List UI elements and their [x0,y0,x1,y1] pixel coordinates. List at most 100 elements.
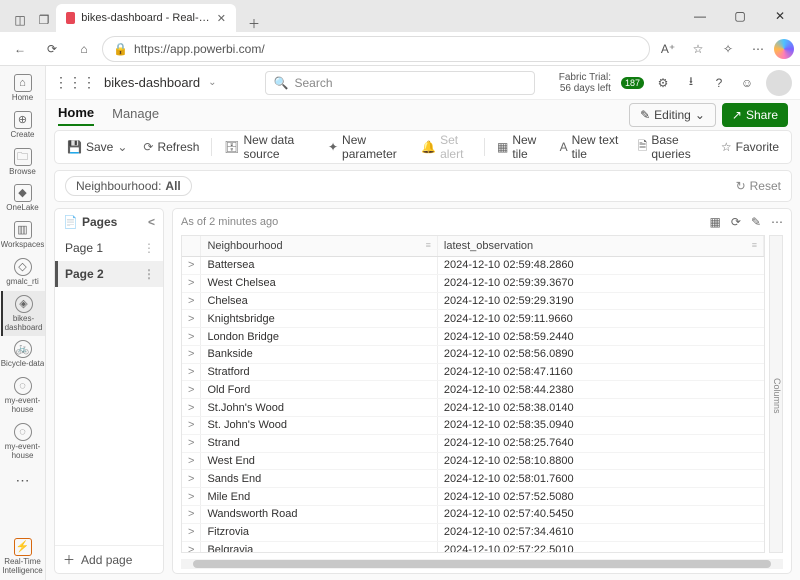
table-row[interactable]: >Battersea2024-12-10 02:59:48.2860 [182,257,764,275]
table-row[interactable]: >Belgravia2024-12-10 02:57:22.5010 [182,541,764,553]
expand-row-icon[interactable]: > [182,274,201,292]
table-row[interactable]: >Knightsbridge2024-12-10 02:59:11.9660 [182,310,764,328]
url-field[interactable]: 🔒 https://app.powerbi.com/ [102,36,650,62]
expand-row-icon[interactable]: > [182,452,201,470]
horizontal-scrollbar[interactable] [181,559,783,569]
table-row[interactable]: >Chelsea2024-12-10 02:59:29.3190 [182,292,764,310]
copilot-icon[interactable] [774,39,794,59]
expand-row-icon[interactable]: > [182,345,201,363]
tab-manage[interactable]: Manage [112,106,159,125]
expand-row-icon[interactable]: > [182,257,201,275]
expand-row-icon[interactable]: > [182,310,201,328]
table-row[interactable]: >Stratford2024-12-10 02:58:47.1160 [182,363,764,381]
settings-icon[interactable]: ⚙ [654,74,672,92]
share-button[interactable]: ↗ Share [722,103,788,127]
new-text-tile-button[interactable]: ANew text tile [554,130,628,164]
expand-row-icon[interactable]: > [182,434,201,452]
browser-tab[interactable]: bikes-dashboard - Real-Time Int… ✕ [56,4,236,32]
extensions-icon[interactable]: ✧ [714,35,742,63]
col-header-latest[interactable]: latest_observation≡ [437,236,763,257]
expand-row-icon[interactable]: > [182,523,201,541]
table-row[interactable]: >West Chelsea2024-12-10 02:59:39.3670 [182,274,764,292]
workspace-icon[interactable]: ◫ [8,8,32,32]
rail-item-bikes-dashboard[interactable]: ◈bikes-dashboard [1,291,45,337]
new-tile-button[interactable]: ▦New tile [491,130,550,164]
rail-item-home[interactable]: ⌂Home [1,70,45,107]
data-table[interactable]: Neighbourhood≡ latest_observation≡ >Batt… [181,235,765,553]
table-row[interactable]: >Sands End2024-12-10 02:58:01.7600 [182,470,764,488]
expand-row-icon[interactable]: > [182,292,201,310]
app-launcher-icon[interactable]: ⋮⋮⋮ [54,74,96,91]
table-row[interactable]: >Mile End2024-12-10 02:57:52.5080 [182,488,764,506]
columns-pane-collapsed[interactable]: Columns [769,235,783,553]
expand-row-icon[interactable]: > [182,328,201,346]
visual-refresh-icon[interactable]: ⟳ [731,215,741,229]
page-item[interactable]: Page 2⋮ [55,261,163,287]
home-button[interactable]: ⌂ [70,35,98,63]
new-parameter-button[interactable]: ✦New parameter [322,130,411,164]
page-menu-icon[interactable]: ⋮ [143,267,155,281]
trial-badge[interactable]: 187 [621,77,644,89]
table-row[interactable]: >Fitzrovia2024-12-10 02:57:34.4610 [182,523,764,541]
base-queries-button[interactable]: 🗎Base queries [632,130,711,164]
new-data-source-button[interactable]: 🗄New data source [218,130,318,164]
reset-filters-button[interactable]: ↻ Reset [736,179,781,193]
expand-row-icon[interactable]: > [182,488,201,506]
rail-item-my-event-house[interactable]: ◌my-event-house [1,419,45,465]
minimize-button[interactable]: — [680,0,720,32]
rail-item-onelake[interactable]: ◆OneLake [1,180,45,217]
back-button[interactable]: ← [6,35,34,63]
tabs-icon[interactable]: ❐ [32,8,56,32]
expand-row-icon[interactable]: > [182,363,201,381]
new-tab-button[interactable]: ＋ [242,15,266,32]
title-chevron-icon[interactable]: ⌄ [208,77,216,88]
table-row[interactable]: >St.John's Wood2024-12-10 02:58:38.0140 [182,399,764,417]
table-row[interactable]: >Wandsworth Road2024-12-10 02:57:40.5450 [182,505,764,523]
collapse-pages-icon[interactable]: < [148,215,155,229]
visual-more-icon[interactable]: ⋯ [771,215,783,229]
rail-item-browse[interactable]: 🗀Browse [1,144,45,181]
rail-item-gmalc-rti[interactable]: ◇gmalc_rti [1,254,45,291]
rail-item-workspaces[interactable]: ▥Workspaces [1,217,45,254]
refresh-action-button[interactable]: ⟳Refresh [137,137,205,157]
rail-item-bicycle-data[interactable]: 🚲Bicycle-data [1,336,45,373]
table-row[interactable]: >West End2024-12-10 02:58:10.8800 [182,452,764,470]
table-row[interactable]: >St. John's Wood2024-12-10 02:58:35.0940 [182,417,764,435]
expand-row-icon[interactable]: > [182,541,201,553]
favorite-icon[interactable]: ☆ [684,35,712,63]
tab-close-icon[interactable]: ✕ [217,12,226,25]
refresh-button[interactable]: ⟳ [38,35,66,63]
rail-overflow[interactable]: ⋯ [16,466,30,495]
expand-row-icon[interactable]: > [182,381,201,399]
page-menu-icon[interactable]: ⋮ [143,241,155,255]
filter-chip-neighbourhood[interactable]: Neighbourhood:All [65,176,192,196]
expand-row-icon[interactable]: > [182,399,201,417]
favorite-button[interactable]: ☆Favorite [715,137,785,157]
table-row[interactable]: >Old Ford2024-12-10 02:58:44.2380 [182,381,764,399]
close-window-button[interactable]: ✕ [760,0,800,32]
table-row[interactable]: >London Bridge2024-12-10 02:58:59.2440 [182,328,764,346]
rail-item-rti[interactable]: ⚡ Real-Time Intelligence [1,534,45,580]
col-header-neighbourhood[interactable]: Neighbourhood≡ [201,236,437,257]
visual-edit-icon[interactable]: ✎ [751,215,761,229]
read-aloud-icon[interactable]: A⁺ [654,35,682,63]
user-avatar[interactable] [766,70,792,96]
feedback-icon[interactable]: ☺ [738,74,756,92]
help-icon[interactable]: ? [710,74,728,92]
expand-row-icon[interactable]: > [182,470,201,488]
table-row[interactable]: >Bankside2024-12-10 02:58:56.0890 [182,345,764,363]
search-input[interactable]: 🔍 Search [265,71,535,95]
rail-item-create[interactable]: ⊕Create [1,107,45,144]
tab-home[interactable]: Home [58,105,94,126]
download-icon[interactable]: ⭳ [682,74,700,92]
expand-row-icon[interactable]: > [182,417,201,435]
table-row[interactable]: >Strand2024-12-10 02:58:25.7640 [182,434,764,452]
editing-mode-button[interactable]: ✎ Editing ⌄ [629,103,716,127]
page-item[interactable]: Page 1⋮ [55,235,163,261]
add-page-button[interactable]: ＋ Add page [55,545,163,573]
more-icon[interactable]: ⋯ [744,35,772,63]
save-button[interactable]: 💾Save⌄ [61,137,133,157]
visual-grid-icon[interactable]: ▦ [710,215,721,229]
expand-row-icon[interactable]: > [182,505,201,523]
maximize-button[interactable]: ▢ [720,0,760,32]
